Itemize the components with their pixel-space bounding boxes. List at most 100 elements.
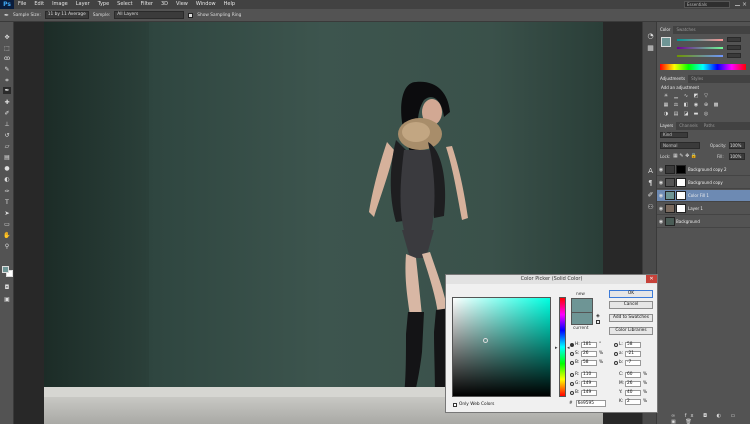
- lab-a-input[interactable]: -21: [625, 350, 641, 357]
- quick-mask-icon[interactable]: ◘: [3, 284, 11, 291]
- hue-radio[interactable]: [570, 342, 574, 347]
- menu-window[interactable]: Window: [192, 0, 220, 9]
- color-spectrum-ramp[interactable]: [660, 64, 746, 70]
- gradient-tool-icon[interactable]: ▤: [3, 154, 11, 161]
- saturation-radio[interactable]: [570, 351, 574, 356]
- selective-color-icon[interactable]: ◎: [703, 111, 709, 117]
- type-tool-icon[interactable]: T: [3, 199, 11, 206]
- red-slider[interactable]: [677, 37, 741, 42]
- properties-panel-icon[interactable]: ▦: [646, 44, 655, 53]
- exposure-icon[interactable]: ◩: [693, 93, 699, 99]
- dialog-close-icon[interactable]: ✕: [646, 275, 657, 283]
- tab-adjustments[interactable]: Adjustments: [657, 75, 689, 83]
- blue-radio[interactable]: [570, 390, 574, 395]
- eyedropper-tool-icon[interactable]: ✒: [3, 87, 11, 94]
- gradient-map-icon[interactable]: ▬: [693, 111, 699, 117]
- only-web-colors-option[interactable]: Only Web Colors: [453, 402, 494, 407]
- only-web-colors-checkbox[interactable]: [453, 402, 457, 407]
- ok-button[interactable]: OK: [609, 290, 653, 298]
- add-to-swatches-button[interactable]: Add to Swatches: [609, 314, 653, 322]
- vibrance-icon[interactable]: ▽: [703, 93, 709, 99]
- cyan-input[interactable]: 60: [625, 371, 641, 378]
- tab-paths[interactable]: Paths: [701, 122, 718, 130]
- hex-input[interactable]: 6e9595: [575, 400, 606, 407]
- threshold-icon[interactable]: ◪: [683, 111, 689, 117]
- dodge-tool-icon[interactable]: ◐: [3, 176, 11, 183]
- tab-color[interactable]: Color: [657, 26, 674, 34]
- path-select-icon[interactable]: ➤: [3, 210, 11, 217]
- close-icon[interactable]: ×: [742, 0, 748, 9]
- color-lookup-icon[interactable]: ▩: [713, 102, 719, 108]
- layer-filter-kind[interactable]: Kind: [660, 132, 688, 138]
- gamut-warning-cube-icon[interactable]: ◈: [596, 313, 600, 319]
- menu-edit[interactable]: Edit: [30, 0, 48, 9]
- lab-l-input[interactable]: 58: [625, 341, 641, 348]
- clone-source-icon[interactable]: ⚇: [646, 203, 655, 212]
- layer-row[interactable]: ◉ Background: [657, 216, 750, 228]
- shape-tool-icon[interactable]: ▭: [3, 221, 11, 228]
- eye-icon[interactable]: ◉: [657, 219, 665, 225]
- tab-layers[interactable]: Layers: [657, 122, 677, 130]
- character-panel-icon[interactable]: A: [646, 167, 655, 176]
- saturation-input[interactable]: 26: [581, 350, 597, 357]
- eye-icon[interactable]: ◉: [657, 206, 665, 212]
- blend-mode-select[interactable]: Normal: [660, 142, 700, 149]
- magenta-input[interactable]: 26: [625, 380, 641, 387]
- web-safe-icon[interactable]: [596, 320, 600, 324]
- foreground-color-swatch[interactable]: [2, 266, 9, 273]
- tab-styles[interactable]: Styles: [688, 75, 706, 83]
- lab-b-radio[interactable]: [614, 360, 618, 365]
- green-slider[interactable]: [677, 45, 741, 50]
- lab-l-radio[interactable]: [614, 342, 618, 347]
- channel-mixer-icon[interactable]: ⊕: [703, 102, 709, 108]
- layer-row[interactable]: ◉ Background copy 2: [657, 164, 750, 176]
- sample-select[interactable]: All Layers: [114, 11, 185, 19]
- hand-tool-icon[interactable]: ✋: [3, 232, 11, 239]
- zoom-tool-icon[interactable]: ⚲: [3, 243, 11, 250]
- tab-swatches[interactable]: Swatches: [673, 26, 698, 34]
- lock-icons[interactable]: ▦ ✎ ✥ 🔒: [673, 153, 697, 159]
- menu-3d[interactable]: 3D: [157, 0, 172, 9]
- menu-image[interactable]: Image: [48, 0, 72, 9]
- current-color-swatch[interactable]: [571, 312, 593, 325]
- blue-input[interactable]: 149: [581, 389, 597, 396]
- history-panel-icon[interactable]: ◔: [646, 32, 655, 41]
- workspace-switcher[interactable]: Essentials: [684, 1, 730, 8]
- history-brush-icon[interactable]: ↺: [3, 132, 11, 139]
- cancel-button[interactable]: Cancel: [609, 301, 653, 309]
- hue-slider[interactable]: [559, 297, 566, 397]
- menu-filter[interactable]: Filter: [137, 0, 157, 9]
- paragraph-panel-icon[interactable]: ¶: [646, 179, 655, 188]
- color-balance-icon[interactable]: ⚖: [673, 102, 679, 108]
- blue-slider[interactable]: [677, 53, 741, 58]
- curves-icon[interactable]: ∿: [683, 93, 689, 99]
- layer-row[interactable]: ◉ Background copy: [657, 177, 750, 189]
- lab-b-input[interactable]: -7: [625, 359, 641, 366]
- healing-brush-icon[interactable]: ✚: [3, 99, 11, 106]
- lasso-tool-icon[interactable]: ꝏ: [3, 55, 11, 62]
- marquee-tool-icon[interactable]: ⬚: [3, 45, 11, 52]
- menu-view[interactable]: View: [172, 0, 192, 9]
- fg-bg-color-icon[interactable]: [661, 37, 671, 47]
- red-input[interactable]: 110: [581, 371, 597, 378]
- eraser-tool-icon[interactable]: ▱: [3, 143, 11, 150]
- layer-row[interactable]: ◉ Layer 1: [657, 203, 750, 215]
- sample-size-select[interactable]: 11 by 11 Average: [44, 11, 89, 19]
- black-white-icon[interactable]: ◧: [683, 102, 689, 108]
- move-tool-icon[interactable]: ✥: [3, 34, 11, 41]
- menu-layer[interactable]: Layer: [72, 0, 94, 9]
- red-radio[interactable]: [570, 372, 574, 377]
- show-sampling-ring-checkbox[interactable]: [188, 12, 194, 18]
- menu-select[interactable]: Select: [113, 0, 136, 9]
- brush-panel-icon[interactable]: ✐: [646, 191, 655, 200]
- invert-icon[interactable]: ◑: [663, 111, 669, 117]
- menu-type[interactable]: Type: [94, 0, 113, 9]
- brightness-input[interactable]: 58: [581, 359, 597, 366]
- photo-filter-icon[interactable]: ◉: [693, 102, 699, 108]
- hue-saturation-icon[interactable]: ▦: [663, 102, 669, 108]
- screen-mode-icon[interactable]: ▣: [3, 296, 11, 303]
- lab-a-radio[interactable]: [614, 351, 618, 356]
- color-libraries-button[interactable]: Color Libraries: [609, 327, 653, 335]
- hue-slider-arrow-left[interactable]: ▸: [555, 345, 558, 351]
- saturation-brightness-field[interactable]: [452, 297, 551, 397]
